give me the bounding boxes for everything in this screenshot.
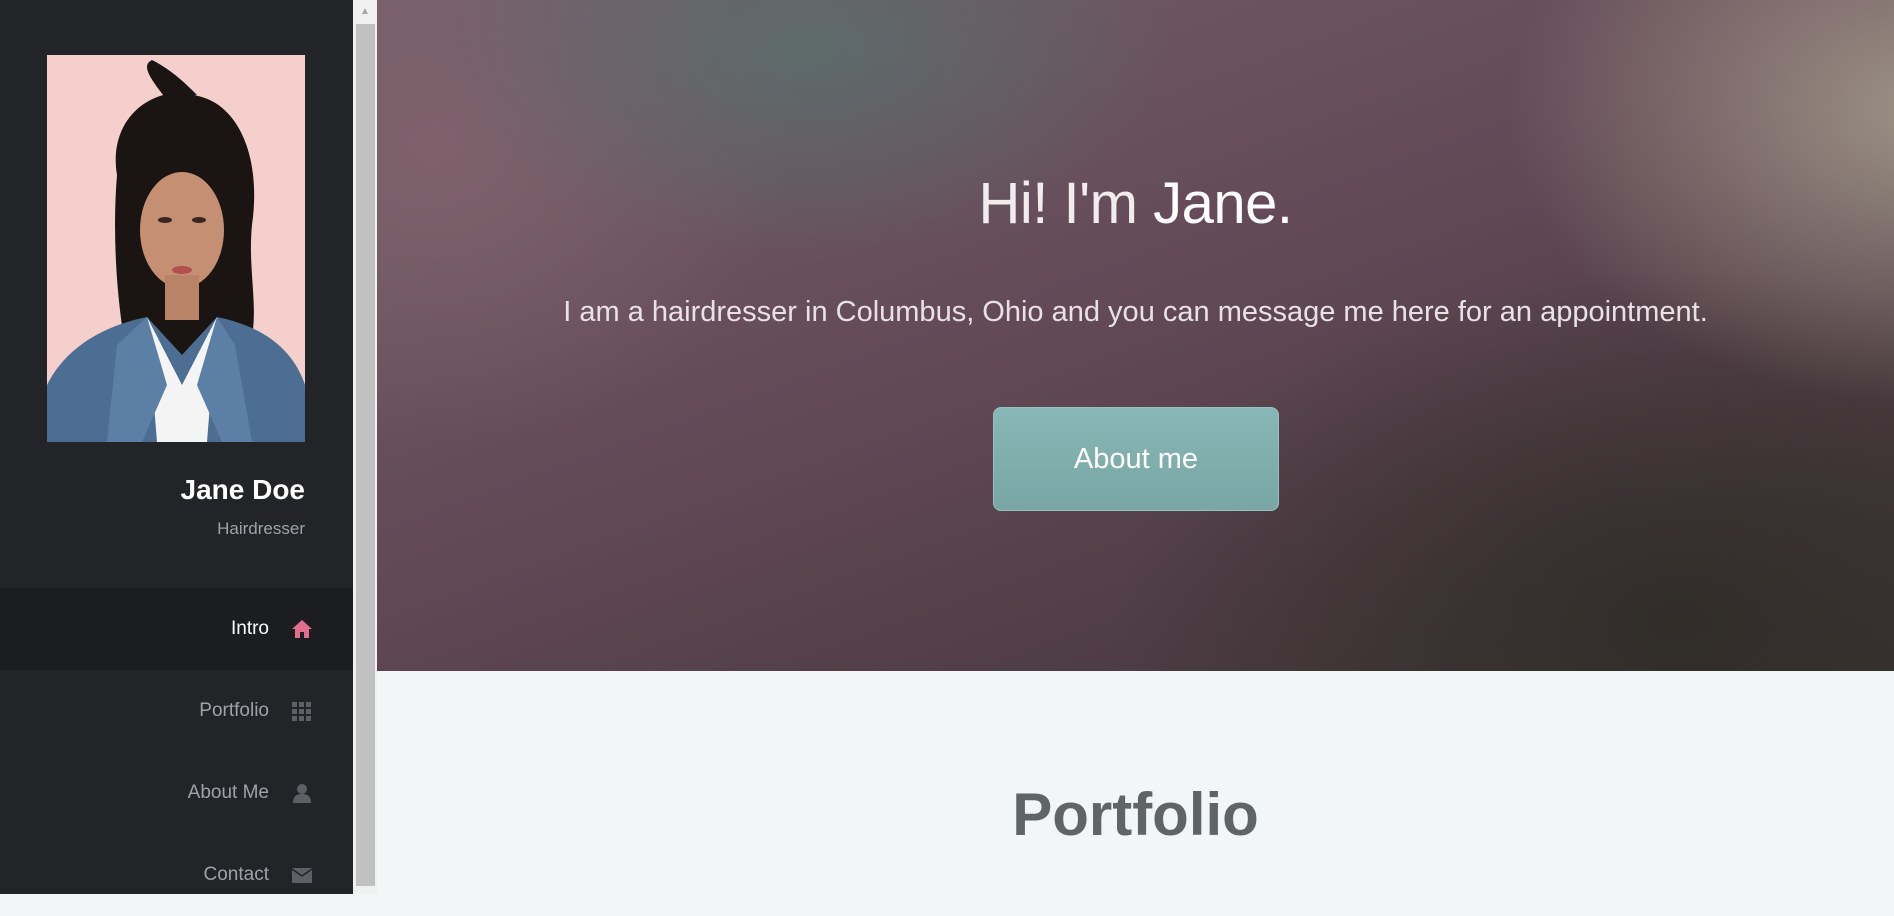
nav-item-label: Contact [203,864,269,885]
sidebar-scrollbar[interactable]: ▲ [353,0,377,894]
nav-item-intro[interactable]: Intro [0,588,353,670]
scroll-thumb[interactable] [356,24,375,886]
nav-item-label: About Me [187,782,269,803]
user-icon [291,782,313,804]
sidebar: Jane Doe Hairdresser Intro Portfolio Abo… [0,0,353,894]
nav-item-about-me[interactable]: About Me [0,752,353,834]
nav-item-label: Portfolio [199,700,269,721]
nav-item-contact[interactable]: Contact [0,834,353,916]
hero-subtitle: I am a hairdresser in Columbus, Ohio and… [563,296,1708,328]
envelope-icon [291,864,313,886]
grid-icon [291,700,313,722]
profile-role: Hairdresser [217,519,305,538]
nav-item-portfolio[interactable]: Portfolio [0,670,353,752]
sidebar-nav: Intro Portfolio About Me Contact [0,588,353,916]
home-icon [291,618,313,640]
about-me-button[interactable]: About me [993,407,1279,511]
profile-photo [47,55,305,442]
scroll-up-arrow[interactable]: ▲ [353,0,377,22]
profile-name: Jane Doe [180,474,306,505]
hero-title-name: Jane. [1153,171,1293,236]
hero-title: Hi! I'm Jane. [377,170,1894,237]
portfolio-heading: Portfolio [1012,781,1259,848]
hero-title-prefix: Hi! I'm [978,171,1154,236]
intro-section: Hi! I'm Jane. I am a hairdresser in Colu… [377,0,1894,671]
nav-item-label: Intro [230,618,269,639]
